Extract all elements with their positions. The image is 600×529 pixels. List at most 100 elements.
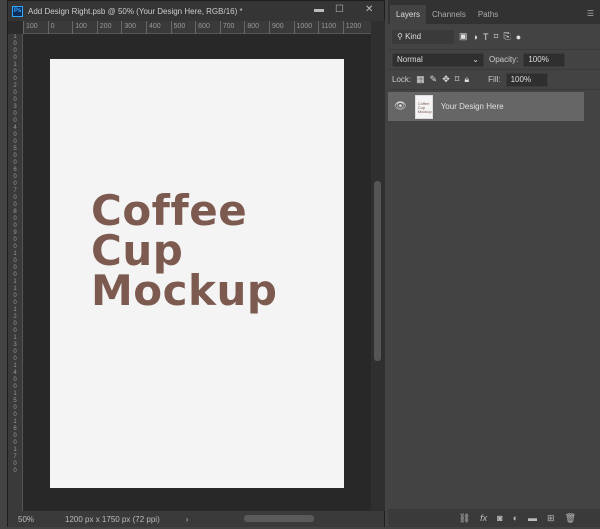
ruler-label: 1 — [13, 307, 17, 313]
document-window: Ps Add Design Right.psb @ 50% (Your Desi… — [7, 0, 385, 527]
horizontal-scroll-thumb[interactable] — [244, 515, 314, 522]
tab-paths[interactable]: Paths — [472, 5, 504, 24]
ruler-label: 1000 — [293, 21, 319, 34]
filter-toggle-icon[interactable]: ● — [516, 32, 521, 42]
ruler-label: 0 — [13, 405, 17, 411]
ruler-label: 0 — [13, 237, 17, 243]
ruler-label: 0 — [13, 216, 17, 222]
headline-text: Coffee Cup Mockup — [91, 186, 277, 312]
layer-row[interactable]: 👁︎ Coffee Cup Mockup Your Design Here — [388, 92, 584, 121]
canvas-area[interactable]: Coffee Cup Mockup — [23, 34, 371, 511]
ruler-label: 0 — [13, 244, 17, 250]
ruler-label: 1 — [13, 62, 17, 68]
ruler-label: 9 — [13, 230, 17, 236]
ruler-label: 1 — [13, 391, 17, 397]
ruler-label: 0 — [13, 174, 17, 180]
panel-menu-icon[interactable]: ☰ — [581, 9, 600, 24]
eye-icon[interactable]: 👁︎ — [394, 101, 407, 112]
chevron-down-icon: ⌄ — [472, 55, 479, 64]
lock-all-icon[interactable]: 🔒︎ — [464, 74, 469, 85]
maximize-button[interactable]: ☐ — [335, 4, 344, 15]
ruler-label: 5 — [13, 146, 17, 152]
ruler-label: 100 — [23, 21, 48, 34]
ruler-label: 1 — [13, 363, 17, 369]
ruler-label: 0 — [13, 461, 17, 467]
adjustment-layer-icon[interactable]: ◐ — [513, 513, 518, 523]
new-layer-icon[interactable]: ⊞ — [547, 513, 555, 524]
smart-object-filter-icon[interactable]: ⎘ — [504, 31, 511, 42]
status-menu-arrow-icon[interactable]: › — [186, 515, 189, 524]
artboard[interactable]: Coffee Cup Mockup — [50, 59, 344, 488]
ruler-label: 1 — [13, 447, 17, 453]
ruler-label: 400 — [145, 21, 171, 34]
ruler-label: 0 — [13, 223, 17, 229]
ruler-label: 2 — [13, 83, 17, 89]
ruler-label: 6 — [13, 167, 17, 173]
ruler-label: 5 — [13, 398, 17, 404]
ruler-label: 7 — [13, 454, 17, 460]
minimize-button[interactable]: ▬ — [314, 4, 324, 15]
ruler-label: 800 — [244, 21, 269, 34]
ruler-label: 1200 — [342, 21, 368, 34]
ruler-label: 1 — [13, 279, 17, 285]
ruler-label: 0 — [13, 356, 17, 362]
type-filter-icon[interactable]: T — [483, 32, 489, 42]
ruler-label: 600 — [195, 21, 220, 34]
image-filter-icon[interactable]: ▣ — [459, 31, 468, 42]
ruler-label: 0 — [47, 21, 73, 34]
ruler-label: 0 — [13, 300, 17, 306]
layers-panel: Layers Channels Paths ☰ ⚲ Kind ▣ ◑ T ⌗ ⎘… — [388, 0, 600, 529]
document-dimensions: 1200 px x 1750 px (72 ppi) — [65, 514, 160, 524]
ruler-label: 0 — [13, 118, 17, 124]
mask-icon[interactable]: ◙ — [497, 513, 502, 523]
close-button[interactable]: ✕ — [365, 4, 373, 15]
document-title-bar: Ps Add Design Right.psb @ 50% (Your Desi… — [8, 1, 384, 21]
fx-icon[interactable]: fx — [480, 513, 487, 523]
ruler-label: 0 — [13, 202, 17, 208]
vertical-scrollbar[interactable] — [371, 21, 385, 511]
opacity-value: 100% — [528, 55, 549, 64]
ruler-label: 0 — [13, 468, 17, 474]
ruler-label: 0 — [13, 153, 17, 159]
headline-line: Cup — [91, 226, 184, 275]
ruler-label: 0 — [13, 181, 17, 187]
headline-line: Coffee — [91, 186, 248, 235]
lock-position-icon[interactable]: ✥ — [442, 74, 450, 85]
adjustment-filter-icon[interactable]: ◑ — [473, 32, 478, 42]
tab-channels[interactable]: Channels — [426, 5, 472, 24]
ruler-label: 0 — [13, 55, 17, 61]
ruler-label: 200 — [96, 21, 122, 34]
lock-row: Lock: ▦ ✎ ✥ ⌑ 🔒︎ Fill: 100% — [388, 70, 600, 90]
ruler-label: 0 — [13, 328, 17, 334]
blend-mode-select[interactable]: Normal ⌄ — [392, 52, 484, 67]
zoom-level[interactable]: 50% — [8, 515, 53, 524]
ruler-label: 700 — [219, 21, 245, 34]
ruler-label: 0 — [13, 139, 17, 145]
layer-name[interactable]: Your Design Here — [441, 102, 504, 111]
ruler-label: 0 — [13, 293, 17, 299]
ruler-label: 0 — [13, 160, 17, 166]
opacity-input[interactable]: 100% — [523, 52, 566, 67]
ruler-label: 0 — [13, 412, 17, 418]
filter-kind-select[interactable]: ⚲ Kind — [392, 29, 454, 44]
ruler-label: 300 — [121, 21, 146, 34]
scroll-thumb[interactable] — [374, 181, 381, 361]
tab-layers[interactable]: Layers — [390, 5, 427, 24]
lock-brush-icon[interactable]: ✎ — [430, 74, 438, 85]
fill-value: 100% — [510, 75, 532, 84]
ruler-label: 0 — [13, 132, 17, 138]
ruler-label: 0 — [13, 440, 17, 446]
document-title: Add Design Right.psb @ 50% (Your Design … — [28, 6, 243, 16]
shape-filter-icon[interactable]: ⌗ — [493, 31, 498, 42]
ruler-label: 0 — [13, 111, 17, 117]
ruler-label: 7 — [13, 188, 17, 194]
trash-icon[interactable]: 🗑︎ — [565, 513, 576, 524]
ruler-label: 1100 — [318, 21, 343, 34]
folder-icon[interactable]: ▬ — [528, 513, 537, 523]
fill-input[interactable]: 100% — [505, 72, 548, 87]
horizontal-ruler: 100 0 100 200 300 400 500 600 700 800 900 1000 1100 1… — [23, 21, 371, 34]
ruler-label: 0 — [13, 433, 17, 439]
link-icon[interactable]: ⛓︎ — [459, 513, 470, 524]
lock-transparent-icon[interactable]: ▦ — [416, 74, 425, 85]
lock-artboard-icon[interactable]: ⌑ — [455, 74, 460, 85]
